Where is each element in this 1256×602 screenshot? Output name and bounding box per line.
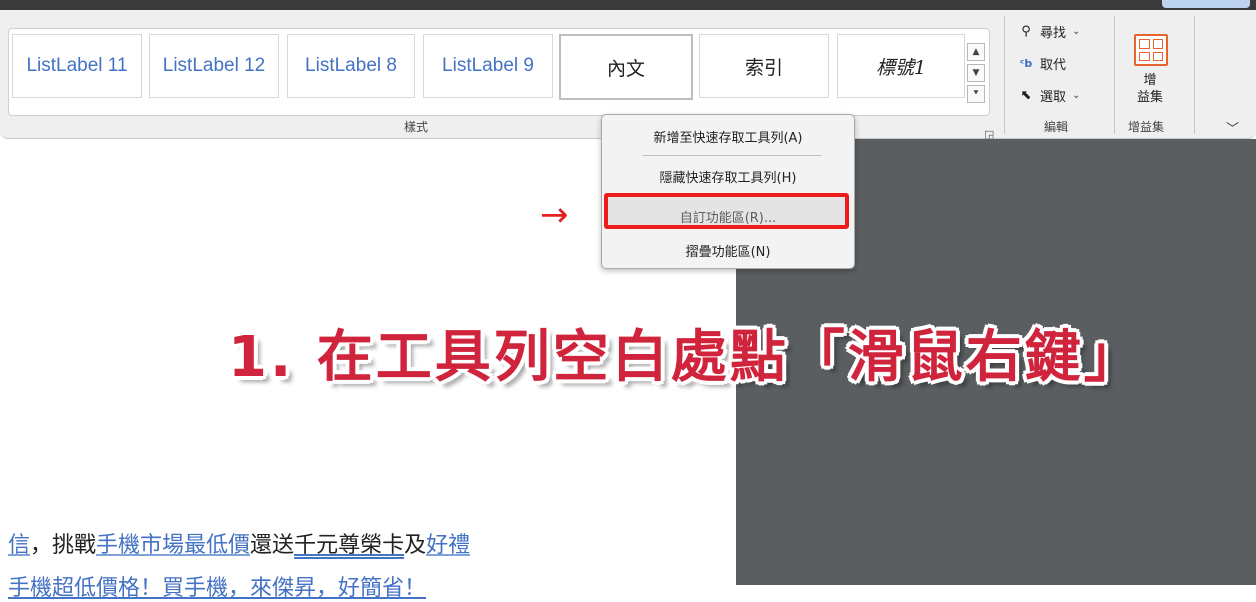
instruction-caption: 1. 在工具列空白處點「滑鼠右鍵」 [228,325,1143,390]
group-divider [1194,16,1195,134]
style-index[interactable]: 索引 [699,34,829,98]
styles-gallery: ListLabel 11 ListLabel 12 ListLabel 8 Li… [8,28,990,116]
find-label: 尋找 [1040,26,1067,41]
style-caption[interactable]: 標號1 [837,34,965,98]
highlight-box [604,193,849,229]
doc-text: 及 [404,533,427,558]
red-arrow-icon: → [540,195,569,235]
gallery-more-icon[interactable]: ⯆ [967,85,985,103]
addins-icon[interactable] [1134,34,1168,66]
styles-group-label: 樣式 [404,120,429,134]
document-text-line-2: 手機超低價格！買手機，來傑昇，好簡省！ [8,576,427,601]
context-menu: 新增至快速存取工具列(A) 隱藏快速存取工具列(H) 自訂功能區(R)... 摺… [601,114,855,269]
menu-separator [642,155,822,156]
addins-button-label[interactable]: 增 益集 [1126,72,1174,106]
menu-add-to-quick-access[interactable]: 新增至快速存取工具列(A) [602,127,854,146]
style-listlabel-12[interactable]: ListLabel 12 [149,34,279,98]
select-button[interactable]: ⬉ 選取 ⌄ [1018,86,1081,105]
search-icon: ⚲ [1021,24,1031,39]
doc-link[interactable]: 千元尊榮卡 [294,533,404,558]
replace-button[interactable]: ᶜb 取代 [1018,54,1066,73]
group-divider [1004,16,1005,134]
addins-group-label: 增益集 [1128,120,1165,134]
collapse-ribbon-chevron-icon[interactable]: ﹀ [1226,118,1239,137]
gallery-scroll: ▲ ▼ ⯆ [967,43,985,106]
group-divider [1114,16,1115,134]
document-text-line: 信，挑戰手機市場最低價還送千元尊榮卡及好禮 [8,527,470,559]
style-listlabel-11[interactable]: ListLabel 11 [12,34,142,98]
style-normal[interactable]: 內文 [559,34,693,100]
doc-link[interactable]: 好禮 [426,533,470,558]
chevron-down-icon: ⌄ [1072,26,1081,37]
replace-label: 取代 [1040,58,1067,73]
menu-hide-quick-access[interactable]: 隱藏快速存取工具列(H) [602,167,854,186]
share-button[interactable] [1162,0,1250,8]
doc-link[interactable]: 手機市場最低價 [96,533,250,558]
doc-text: ，挑戰 [30,533,97,558]
style-listlabel-9[interactable]: ListLabel 9 [423,34,553,98]
title-bar [0,0,1256,10]
editing-group-label: 編輯 [1044,120,1069,134]
find-button[interactable]: ⚲ 尋找 ⌄ [1018,22,1080,41]
gallery-scroll-up-icon[interactable]: ▲ [967,43,985,61]
style-listlabel-8[interactable]: ListLabel 8 [287,34,415,98]
chevron-down-icon: ⌄ [1072,90,1081,101]
menu-collapse-ribbon[interactable]: 摺疊功能區(N) [602,241,854,260]
doc-text: 還送 [250,533,295,558]
doc-link[interactable]: 信 [8,533,30,558]
replace-icon: ᶜb [1019,57,1033,70]
cursor-arrow-icon: ⬉ [1020,88,1032,103]
select-label: 選取 [1040,90,1067,105]
gallery-scroll-down-icon[interactable]: ▼ [967,64,985,82]
